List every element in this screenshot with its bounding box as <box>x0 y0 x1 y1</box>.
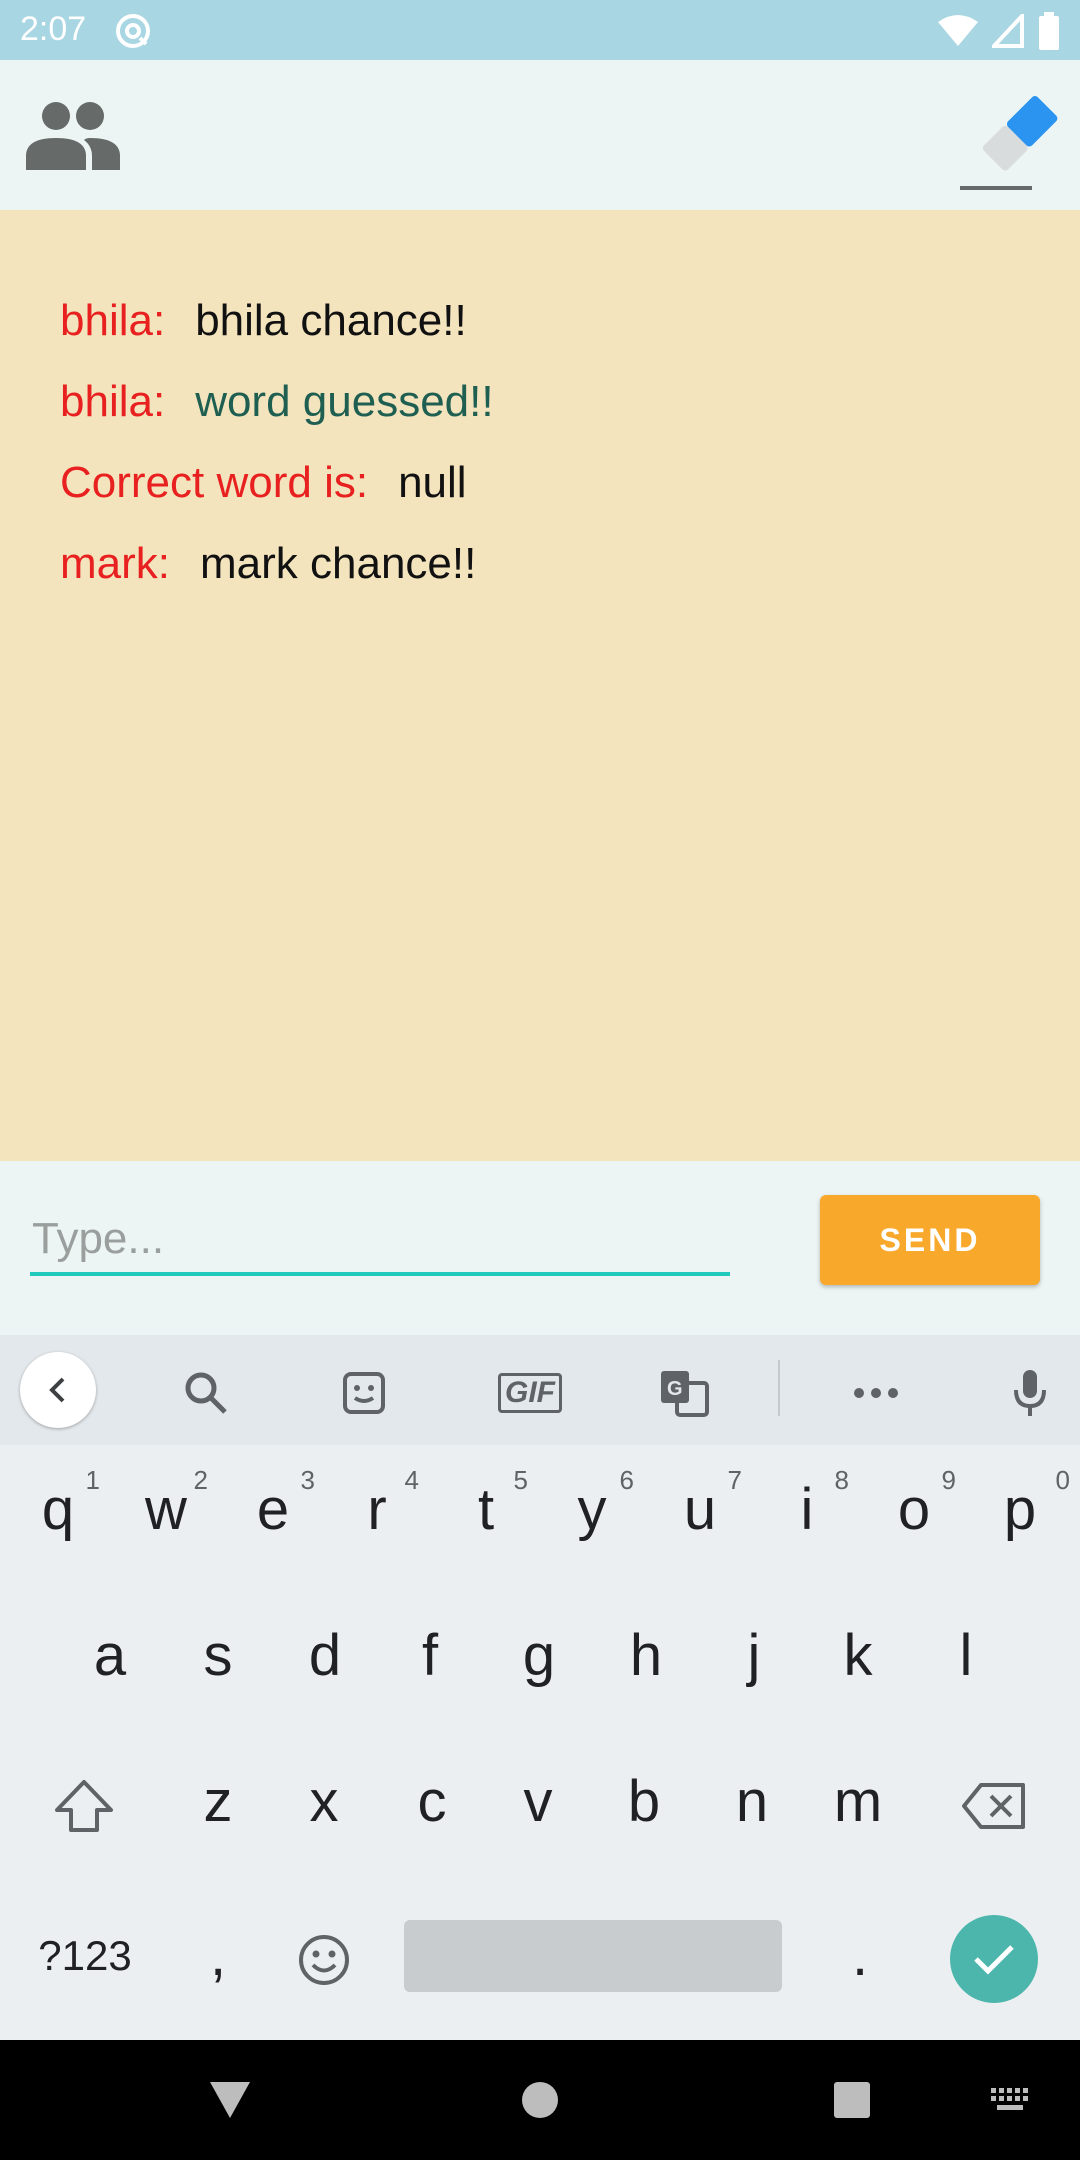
wifi-icon <box>938 15 978 46</box>
key-q[interactable]: q1 <box>4 1445 112 1575</box>
status-bar: 2:07 <box>0 0 1080 60</box>
search-button[interactable] <box>178 1365 234 1421</box>
mic-button[interactable] <box>1002 1365 1058 1421</box>
keyboard-toolbar: GIF G <box>0 1335 1080 1445</box>
svg-text:G: G <box>667 1378 683 1400</box>
gif-label: GIF <box>498 1373 562 1413</box>
keyboard-switch-button[interactable] <box>980 2040 1040 2160</box>
key-k[interactable]: k <box>804 1591 912 1721</box>
eraser-icon[interactable] <box>960 82 1070 192</box>
key-f[interactable]: f <box>376 1591 484 1721</box>
collapse-button[interactable] <box>20 1352 96 1428</box>
key-y[interactable]: y6 <box>538 1445 646 1575</box>
chat-message: mark: mark chance!! <box>60 539 476 589</box>
sticker-icon <box>343 1372 385 1414</box>
key-e[interactable]: e3 <box>219 1445 327 1575</box>
navigation-bar <box>0 2040 1080 2160</box>
translate-button[interactable]: G <box>656 1365 712 1421</box>
message-sender: mark: <box>60 539 170 588</box>
backspace-icon <box>962 1782 1025 1829</box>
keyboard: q1 w2 e3 r4 t5 y6 u7 i8 o9 p0 a s d f g … <box>0 1445 1080 2040</box>
gif-button[interactable]: GIF <box>490 1365 570 1421</box>
key-r[interactable]: r4 <box>323 1445 431 1575</box>
more-button[interactable] <box>848 1365 904 1421</box>
message-sender: Correct word is: <box>60 458 369 507</box>
key-n[interactable]: n <box>698 1737 806 1867</box>
message-text: word guessed!! <box>195 377 494 426</box>
key-s[interactable]: s <box>164 1591 272 1721</box>
chat-message: bhila: word guessed!! <box>60 377 494 427</box>
toolbar-divider <box>778 1360 780 1416</box>
emoji-key[interactable] <box>270 1891 378 2021</box>
key-o[interactable]: o9 <box>860 1445 968 1575</box>
key-m[interactable]: m <box>804 1737 912 1867</box>
back-triangle-icon <box>210 2082 250 2118</box>
key-l[interactable]: l <box>912 1591 1020 1721</box>
chat-message: bhila: bhila chance!! <box>60 296 467 346</box>
symbols-key[interactable]: ?123 <box>20 1891 150 2021</box>
key-p[interactable]: p0 <box>966 1445 1074 1575</box>
chevron-left-icon <box>49 1377 65 1403</box>
key-t[interactable]: t5 <box>432 1445 540 1575</box>
translate-icon: G <box>661 1371 709 1417</box>
shift-icon <box>55 1779 113 1832</box>
key-j[interactable]: j <box>700 1591 808 1721</box>
chat-message: Correct word is: null <box>60 458 467 508</box>
search-icon <box>185 1372 227 1414</box>
message-sender: bhila: <box>60 377 166 426</box>
check-icon <box>974 1945 1014 1975</box>
home-circle-icon <box>522 2082 558 2118</box>
message-text: null <box>398 458 467 507</box>
battery-icon <box>1039 12 1059 50</box>
keyboard-icon <box>991 2088 1028 2110</box>
key-u[interactable]: u7 <box>646 1445 754 1575</box>
key-a[interactable]: a <box>56 1591 164 1721</box>
home-nav-button[interactable] <box>500 2040 580 2160</box>
more-icon <box>854 1388 898 1398</box>
input-row: SEND <box>0 1161 1080 1335</box>
key-v[interactable]: v <box>484 1737 592 1867</box>
key-h[interactable]: h <box>592 1591 700 1721</box>
enter-key[interactable] <box>950 1915 1038 2003</box>
sticker-button[interactable] <box>336 1365 392 1421</box>
period-key[interactable]: . <box>806 1891 914 2021</box>
sync-icon <box>116 14 150 48</box>
key-x[interactable]: x <box>270 1737 378 1867</box>
message-text: bhila chance!! <box>195 296 467 345</box>
message-text: mark chance!! <box>200 539 477 588</box>
key-w[interactable]: w2 <box>112 1445 220 1575</box>
emoji-icon <box>299 1934 349 1985</box>
back-nav-button[interactable] <box>190 2040 270 2160</box>
backspace-key[interactable] <box>940 1737 1048 1867</box>
shift-key[interactable] <box>30 1737 138 1867</box>
key-z[interactable]: z <box>164 1737 272 1867</box>
message-sender: bhila: <box>60 296 166 345</box>
chat-area: bhila: bhila chance!! bhila: word guessed!… <box>0 210 1080 1161</box>
mic-icon <box>1014 1370 1046 1416</box>
key-g[interactable]: g <box>485 1591 593 1721</box>
key-d[interactable]: d <box>271 1591 379 1721</box>
key-i[interactable]: i8 <box>753 1445 861 1575</box>
send-button[interactable]: SEND <box>820 1195 1040 1285</box>
recents-square-icon <box>834 2082 870 2118</box>
key-c[interactable]: c <box>378 1737 486 1867</box>
message-input[interactable] <box>30 1206 730 1276</box>
app-bar <box>0 60 1080 210</box>
people-icon[interactable] <box>26 100 120 170</box>
key-b[interactable]: b <box>590 1737 698 1867</box>
comma-key[interactable]: , <box>164 1891 272 2021</box>
recents-nav-button[interactable] <box>812 2040 892 2160</box>
signal-icon <box>992 14 1024 48</box>
space-key[interactable] <box>404 1920 782 1992</box>
status-time: 2:07 <box>20 10 87 48</box>
